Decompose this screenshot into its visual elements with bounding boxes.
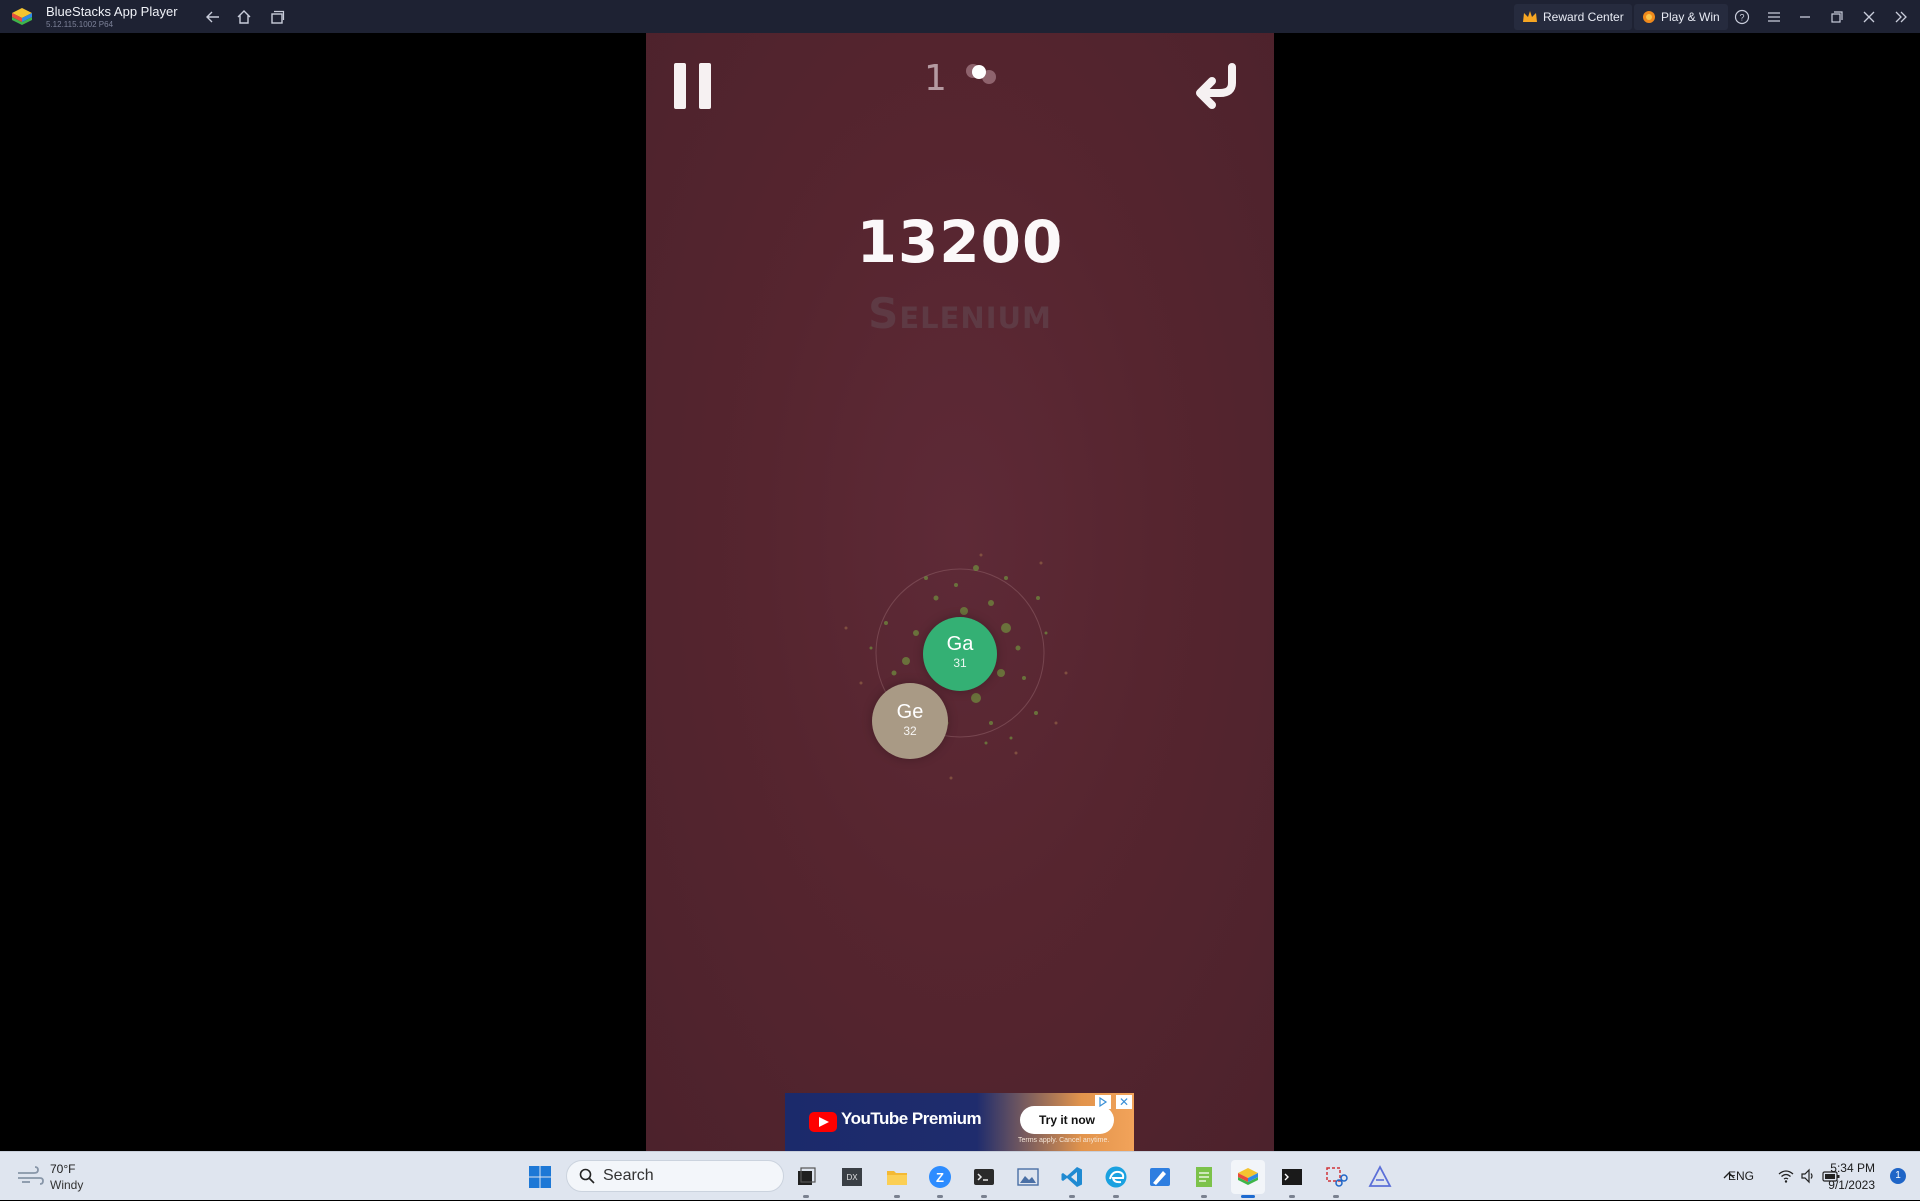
weather-condition: Windy	[50, 1178, 84, 1192]
play-and-win-button[interactable]: Play & Win	[1634, 3, 1728, 30]
notepad-icon	[1196, 1167, 1212, 1187]
adchoices-icon[interactable]	[1095, 1095, 1111, 1109]
clock-time[interactable]: 5:34 PM	[1830, 1161, 1875, 1175]
taskbar-dx-app[interactable]: DX	[835, 1160, 869, 1194]
atom-counter: 1	[924, 58, 947, 99]
edge-icon	[1105, 1166, 1127, 1188]
ad-cta-button[interactable]: Try it now	[1020, 1106, 1114, 1134]
clock-date[interactable]: 9/1/2023	[1828, 1178, 1875, 1192]
window-title: BlueStacks App Player	[46, 4, 178, 19]
start-button[interactable]	[523, 1160, 557, 1194]
youtube-logo-icon	[809, 1112, 837, 1132]
atom-germanium[interactable]: Ge 32	[872, 683, 948, 759]
sidebar-toggle-icon[interactable]	[1889, 5, 1913, 29]
taskbar-edge[interactable]	[1099, 1160, 1133, 1198]
svg-text:Z: Z	[936, 1170, 944, 1185]
wifi-icon[interactable]	[1778, 1168, 1794, 1184]
back-arrow-icon[interactable]	[201, 5, 225, 29]
taskbar-bluestacks[interactable]	[1231, 1160, 1265, 1198]
wind-icon[interactable]	[16, 1166, 44, 1186]
minimize-icon[interactable]	[1793, 5, 1817, 29]
language-indicator[interactable]: ENG	[1728, 1169, 1754, 1183]
close-icon[interactable]	[1857, 5, 1881, 29]
crown-icon	[1523, 10, 1537, 22]
taskbar: 70°F Windy Search DX Z ENG 5:34 PM 9/1/2…	[0, 1151, 1920, 1200]
play-and-win-label: Play & Win	[1661, 9, 1720, 24]
search-icon	[579, 1168, 595, 1184]
image-viewer-icon	[1017, 1168, 1039, 1186]
taskbar-zoom[interactable]: Z	[923, 1160, 957, 1198]
home-icon[interactable]	[232, 5, 256, 29]
paint-icon	[1150, 1168, 1170, 1186]
vscode-icon	[1061, 1167, 1082, 1187]
taskbar-search[interactable]: Search	[566, 1160, 784, 1192]
atom-number: 32	[903, 724, 917, 738]
pause-button[interactable]	[674, 63, 714, 109]
command-prompt-icon	[1282, 1169, 1302, 1185]
element-name: Selenium	[868, 289, 1052, 338]
taskbar-notepad[interactable]	[1187, 1160, 1221, 1198]
recent-apps-icon[interactable]	[265, 5, 289, 29]
system-tray: ENG 5:34 PM 9/1/2023 1	[1320, 1152, 1920, 1201]
notification-badge[interactable]: 1	[1890, 1168, 1906, 1184]
bluestacks-icon	[1238, 1168, 1258, 1185]
reward-center-button[interactable]: Reward Center	[1514, 3, 1632, 30]
bluestacks-logo-icon	[10, 5, 34, 29]
ad-terms: Terms apply. Cancel anytime.	[1018, 1137, 1110, 1144]
undo-arrow-icon[interactable]	[1194, 61, 1244, 111]
restore-icon[interactable]	[1825, 5, 1849, 29]
score: 13200	[856, 208, 1064, 276]
task-view-icon	[798, 1167, 816, 1185]
weather-temperature: 70°F	[50, 1162, 76, 1176]
taskbar-terminal[interactable]	[967, 1160, 1001, 1198]
zoom-icon: Z	[929, 1166, 951, 1188]
atom-gallium[interactable]: Ga 31	[923, 617, 997, 691]
coin-icon	[1643, 10, 1655, 23]
reward-center-label: Reward Center	[1543, 9, 1624, 24]
search-placeholder: Search	[603, 1167, 654, 1184]
atom-symbol: Ga	[946, 633, 974, 655]
svg-text:?: ?	[1739, 13, 1744, 23]
app-version: 5.12.115.1002 P64	[46, 20, 114, 29]
windows-logo-icon	[529, 1166, 551, 1188]
folder-icon	[887, 1171, 907, 1185]
taskbar-cmd[interactable]	[1275, 1160, 1309, 1198]
taskbar-task-view[interactable]	[789, 1160, 823, 1198]
ad-banner[interactable]: YouTube Premium Try it now Terms apply. …	[785, 1093, 1134, 1151]
atom-symbol: Ge	[896, 701, 924, 723]
terminal-icon	[974, 1169, 994, 1185]
directx-icon: DX	[842, 1168, 862, 1186]
game-screen[interactable]: 1 13200 Selenium Ga 31 Ge 32	[646, 33, 1274, 1151]
light-orb-icon	[966, 64, 996, 84]
taskbar-vscode[interactable]	[1055, 1160, 1089, 1198]
taskbar-file-explorer[interactable]	[880, 1160, 914, 1198]
taskbar-paint[interactable]	[1143, 1160, 1177, 1194]
atom-number: 31	[953, 656, 967, 670]
svg-text:DX: DX	[846, 1173, 858, 1182]
ad-close-button[interactable]: ✕	[1116, 1095, 1132, 1109]
taskbar-photos[interactable]	[1011, 1160, 1045, 1194]
volume-icon[interactable]	[1800, 1168, 1816, 1184]
title-bar: BlueStacks App Player 5.12.115.1002 P64 …	[0, 0, 1920, 33]
ad-brand: YouTube Premium	[841, 1109, 982, 1128]
menu-icon[interactable]	[1762, 5, 1786, 29]
help-icon[interactable]: ?	[1730, 5, 1754, 29]
particle-cloud	[844, 553, 1068, 780]
